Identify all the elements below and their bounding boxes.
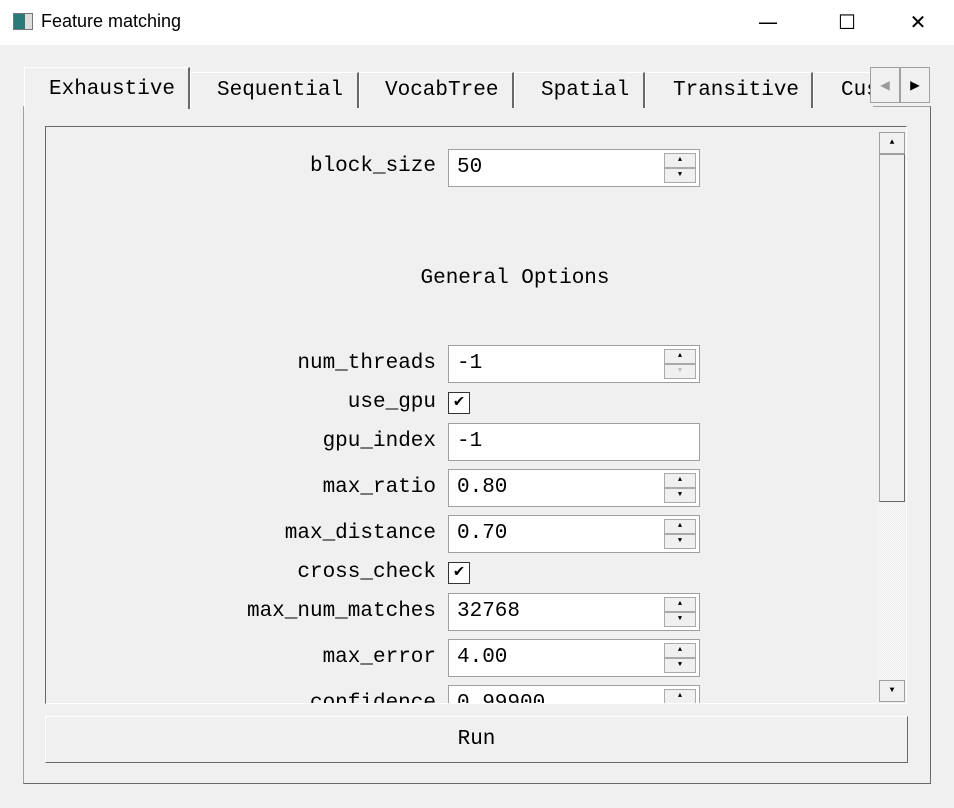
tab-custom[interactable]: Custom [813, 72, 873, 108]
tab-scroll-left-icon[interactable]: ◀ [870, 67, 900, 103]
tab-vocabtree[interactable]: VocabTree [359, 72, 514, 108]
spin-up-icon[interactable]: ▲ [664, 153, 696, 168]
max-ratio-value: 0.80 [457, 476, 508, 499]
spin-up-icon[interactable]: ▲ [664, 643, 696, 658]
max-error-label: max_error [322, 646, 436, 669]
confidence-input[interactable]: 0.99900 ▲▼ [448, 685, 700, 704]
window-title: Feature matching [41, 11, 182, 31]
max-error-input[interactable]: 4.00 ▲ ▼ [448, 639, 700, 677]
tab-spatial[interactable]: Spatial [514, 72, 645, 108]
confidence-label: confidence [309, 692, 436, 704]
use-gpu-checkbox[interactable]: ✔ [448, 392, 470, 414]
spin-up-icon[interactable]: ▲ [664, 689, 696, 703]
spinner[interactable]: ▲▼ [664, 597, 696, 627]
max-num-matches-value: 32768 [457, 600, 521, 623]
spinner[interactable]: ▲▼ [664, 643, 696, 673]
run-button[interactable]: Run [45, 716, 908, 763]
section-heading: General Options [420, 267, 610, 290]
block-size-input[interactable]: 50 ▲ ▼ [448, 149, 700, 187]
spin-up-icon[interactable]: ▲ [664, 473, 696, 488]
num-threads-label: num_threads [297, 352, 436, 375]
spinner[interactable]: ▲▼ [664, 689, 696, 703]
block-size-label: block_size [309, 155, 436, 178]
num-threads-input[interactable]: -1 ▲ ▼ [448, 345, 700, 383]
spinner[interactable]: ▲▼ [664, 473, 696, 503]
spinner[interactable]: ▲▼ [664, 153, 696, 183]
block-size-value: 50 [457, 156, 483, 179]
scroll-up-icon[interactable]: ▲ [879, 132, 905, 154]
max-ratio-label: max_ratio [322, 476, 436, 499]
spin-up-icon[interactable]: ▲ [664, 597, 696, 612]
max-ratio-input[interactable]: 0.80 ▲ ▼ [448, 469, 700, 507]
max-num-matches-input[interactable]: 32768 ▲ ▼ [448, 593, 700, 631]
scroll-down-icon[interactable]: ▼ [879, 680, 905, 702]
scrollbar-thumb[interactable] [879, 154, 905, 502]
max-distance-input[interactable]: 0.70 ▲ ▼ [448, 515, 700, 553]
gpu-index-input[interactable]: -1 [448, 423, 700, 461]
use-gpu-label: use_gpu [347, 391, 436, 414]
tab-sequential[interactable]: Sequential [190, 72, 359, 108]
close-button[interactable]: ✕ [895, 0, 941, 45]
options-scroll-area: block_size 50 ▲ ▼ General Options num_thre… [45, 126, 907, 704]
max-distance-value: 0.70 [457, 522, 508, 545]
cross-check-checkbox[interactable]: ✔ [448, 562, 470, 584]
spin-down-icon[interactable]: ▼ [664, 364, 696, 379]
spin-down-icon[interactable]: ▼ [664, 488, 696, 503]
spin-up-icon[interactable]: ▲ [664, 519, 696, 534]
tab-exhaustive[interactable]: Exhaustive [24, 67, 190, 109]
spinner[interactable]: ▲▼ [664, 519, 696, 549]
minimize-button[interactable]: — [745, 0, 791, 45]
cross-check-label: cross_check [297, 561, 436, 584]
spin-down-icon[interactable]: ▼ [664, 534, 696, 549]
spin-down-icon[interactable]: ▼ [664, 612, 696, 627]
vertical-scrollbar[interactable]: ▲ ▼ [879, 132, 905, 702]
maximize-button[interactable]: ☐ [824, 0, 870, 45]
spin-down-icon[interactable]: ▼ [664, 168, 696, 183]
gpu-index-value: -1 [457, 430, 483, 453]
title-bar: Feature matching — ☐ ✕ [0, 0, 954, 45]
spinner[interactable]: ▲▼ [664, 349, 696, 379]
confidence-value: 0.99900 [457, 692, 546, 704]
gpu-index-label: gpu_index [322, 430, 436, 453]
num-threads-value: -1 [457, 352, 483, 375]
max-num-matches-label: max_num_matches [246, 600, 436, 623]
spin-down-icon[interactable]: ▼ [664, 658, 696, 673]
max-error-value: 4.00 [457, 646, 508, 669]
tab-transitive[interactable]: Transitive [645, 72, 813, 108]
max-distance-label: max_distance [284, 522, 436, 545]
app-icon [13, 13, 33, 30]
spin-up-icon[interactable]: ▲ [664, 349, 696, 364]
tab-scroll-right-icon[interactable]: ▶ [900, 67, 930, 103]
